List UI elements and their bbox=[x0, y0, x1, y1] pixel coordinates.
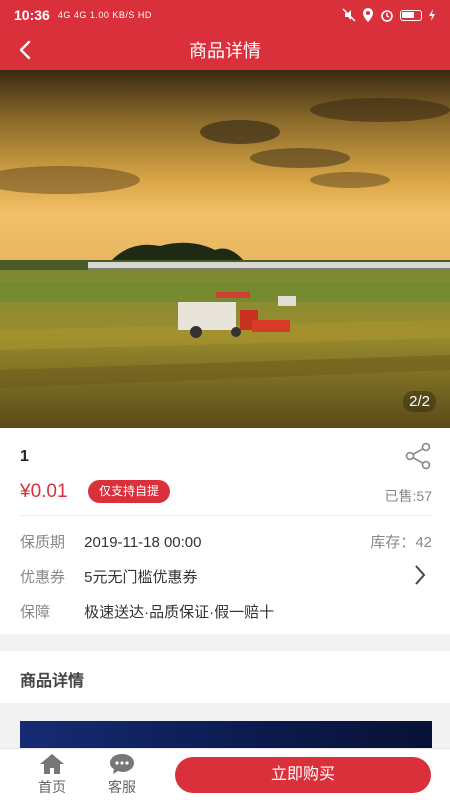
status-icons bbox=[342, 8, 436, 22]
sold-count: 已售:57 bbox=[384, 488, 432, 504]
network-indicator: 4G 4G 1.00 KB/S HD bbox=[57, 10, 152, 20]
stock-count: 库存：42 bbox=[370, 534, 432, 551]
share-icon[interactable] bbox=[404, 442, 432, 470]
home-icon bbox=[40, 754, 64, 774]
guarantee-row: 保障 极速送达·品质保证·假一赔十 bbox=[20, 601, 432, 622]
product-price: ¥0.01 bbox=[20, 481, 68, 502]
chat-icon bbox=[110, 754, 134, 774]
charging-icon bbox=[429, 9, 435, 21]
product-photo bbox=[0, 70, 450, 428]
buy-now-button[interactable]: 立即购买 bbox=[175, 757, 431, 793]
gallery-pager: 2/2 bbox=[403, 391, 436, 412]
nav-bar: 商品详情 bbox=[0, 30, 450, 70]
alarm-icon bbox=[381, 10, 393, 22]
product-name: 1 bbox=[20, 448, 29, 465]
bottom-action-bar: 首页 客服 立即购买 bbox=[0, 748, 450, 800]
mute-icon bbox=[342, 8, 356, 22]
shelf-life-value: 2019-11-18 00:00 bbox=[84, 534, 202, 551]
detail-section-header: 商品详情 bbox=[0, 651, 450, 703]
coupon-label: 优惠券 bbox=[20, 569, 66, 586]
service-label: 客服 bbox=[108, 779, 136, 795]
shelf-life-label: 保质期 bbox=[20, 534, 66, 551]
status-bar: 10:36 4G 4G 1.00 KB/S HD bbox=[0, 0, 450, 30]
coupon-value: 5元无门槛优惠券 bbox=[84, 569, 198, 586]
home-tab[interactable]: 首页 bbox=[30, 752, 74, 797]
battery-icon bbox=[400, 9, 422, 21]
coupon-row[interactable]: 优惠券 5元无门槛优惠券 bbox=[20, 564, 432, 587]
detail-title: 商品详情 bbox=[20, 673, 85, 690]
status-time: 10:36 bbox=[14, 7, 50, 23]
guarantee-label: 保障 bbox=[20, 604, 51, 621]
shelf-life-row: 保质期 2019-11-18 00:00 库存：42 bbox=[20, 531, 432, 552]
page-title: 商品详情 bbox=[189, 41, 261, 61]
customer-service-tab[interactable]: 客服 bbox=[100, 752, 144, 797]
pickup-only-badge: 仅支持自提 bbox=[88, 480, 171, 503]
location-icon bbox=[363, 8, 373, 22]
divider bbox=[20, 515, 432, 516]
chevron-right-icon[interactable] bbox=[414, 564, 426, 586]
product-image-carousel[interactable]: 2/2 bbox=[0, 70, 450, 428]
back-arrow-icon[interactable] bbox=[14, 38, 38, 62]
product-info-card: 1 ¥0.01 仅支持自提 已售:57 保质期 2019-11-18 00:00… bbox=[0, 428, 450, 634]
guarantee-value: 极速送达·品质保证·假一赔十 bbox=[84, 604, 275, 621]
home-label: 首页 bbox=[38, 779, 66, 795]
